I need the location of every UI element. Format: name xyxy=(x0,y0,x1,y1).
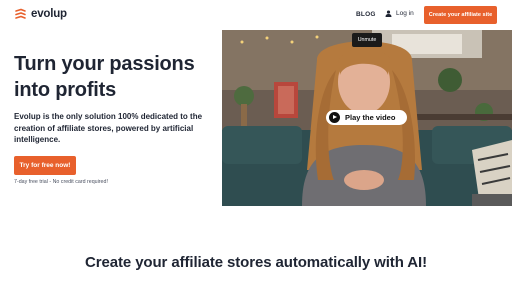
hero-title: Turn your passions into profits xyxy=(14,53,195,101)
evolup-logo-icon xyxy=(15,8,26,19)
site-header: evolup BLOG Log in Create your affiliate… xyxy=(0,0,512,30)
hero-video[interactable]: Unmute Play the video xyxy=(222,30,512,206)
unmute-button[interactable]: Unmute xyxy=(352,33,382,47)
nav-login-label: Log in xyxy=(396,10,414,17)
nav-login-link[interactable]: Log in xyxy=(385,10,414,17)
create-site-button[interactable]: Create your affiliate site xyxy=(424,6,497,24)
hero-description: Evolup is the only solution 100% dedicat… xyxy=(14,112,203,144)
try-free-button[interactable]: Try for free now! xyxy=(14,156,76,175)
section-title: Create your affiliate stores automatical… xyxy=(85,254,427,271)
brand-logo[interactable]: evolup xyxy=(14,8,67,20)
nav-blog-link[interactable]: BLOG xyxy=(356,11,376,18)
trial-note: 7-day free trial - No credit card requir… xyxy=(14,179,108,185)
play-icon xyxy=(329,112,340,123)
user-icon xyxy=(385,10,392,17)
brand-name: evolup xyxy=(31,8,67,20)
play-video-label: Play the video xyxy=(345,113,396,122)
play-video-button[interactable]: Play the video xyxy=(326,110,407,125)
